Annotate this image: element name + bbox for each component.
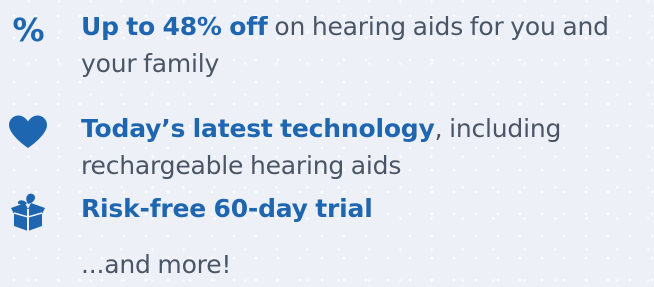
more-benefits-text: ...and more! <box>81 250 232 279</box>
benefit-discount-highlight: Up to 48% off <box>81 12 268 41</box>
percent-icon: % <box>12 11 44 49</box>
gift-box-icon <box>6 190 50 234</box>
benefit-technology-text: Today’s latest technology, including rec… <box>81 110 650 184</box>
benefit-technology-highlight: Today’s latest technology <box>81 114 435 143</box>
benefit-trial-text: Risk-free 60-day trial <box>81 190 650 227</box>
heart-icon <box>6 110 50 154</box>
benefit-trial-highlight: Risk-free 60-day trial <box>81 194 373 223</box>
benefit-discount-text: Up to 48% off on hearing aids for you an… <box>81 8 650 82</box>
